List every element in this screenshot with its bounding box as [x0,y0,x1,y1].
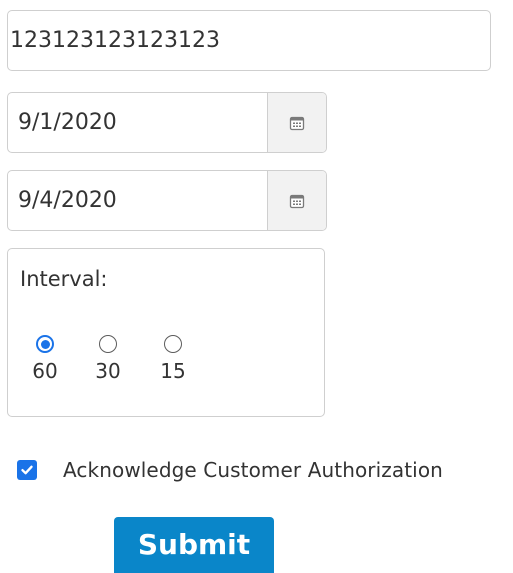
interval-label: Interval: [20,267,108,291]
interval-option-label: 15 [160,359,186,383]
end-date-calendar-button[interactable] [267,171,326,230]
interval-option-label: 60 [32,359,58,383]
start-date-calendar-button[interactable] [267,93,326,152]
interval-option-60[interactable]: 60 [25,335,65,383]
interval-option-15[interactable]: 15 [153,335,193,383]
interval-option-30[interactable]: 30 [88,335,128,383]
end-date-input[interactable] [8,171,267,230]
acknowledge-label[interactable]: Acknowledge Customer Authorization [63,458,443,482]
interval-radio-60[interactable] [36,335,54,353]
submit-button[interactable]: Submit [114,517,274,573]
interval-radio-15[interactable] [164,335,182,353]
acknowledge-checkbox[interactable] [17,460,37,480]
start-date-group [7,92,327,153]
interval-radio-30[interactable] [99,335,117,353]
account-number-input[interactable] [7,10,491,71]
calendar-icon [289,116,305,130]
acknowledge-row: Acknowledge Customer Authorization [17,455,443,485]
interval-option-label: 30 [95,359,121,383]
interval-group: Interval: 60 30 15 [7,248,325,417]
start-date-input[interactable] [8,93,267,152]
checkmark-icon [21,465,33,475]
end-date-group [7,170,327,231]
calendar-icon [289,194,305,208]
